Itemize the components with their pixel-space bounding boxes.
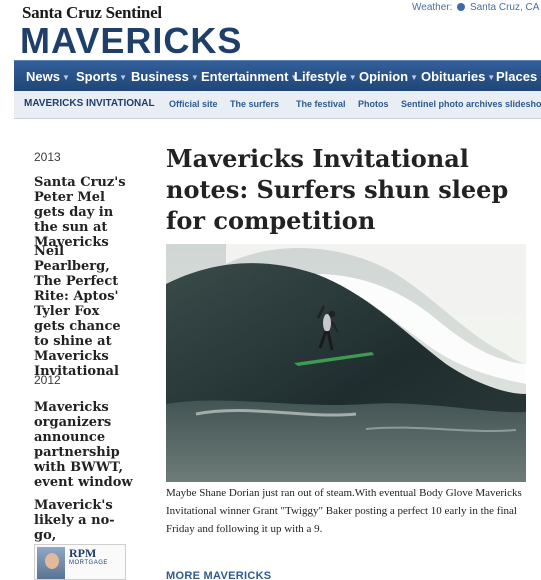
year-heading-2013: 2013 [34, 150, 61, 164]
ad-face [45, 553, 59, 569]
main-nav: News ▼ Sports ▼ Business ▼ Entertainment ▼ L… [14, 60, 541, 91]
nav-item-entertainment[interactable]: Entertainment ▼ [201, 69, 298, 84]
nav-label: News [26, 69, 60, 84]
nav-label: Business [131, 69, 189, 84]
weather-location[interactable]: Santa Cruz, CA [470, 2, 539, 13]
weather-widget[interactable]: Weather: Santa Cruz, CA [412, 2, 539, 13]
weather-icon [457, 3, 466, 11]
chevron-down-icon: ▼ [61, 73, 70, 82]
chevron-down-icon: ▼ [487, 73, 496, 82]
year-heading-2012: 2012 [34, 373, 61, 387]
masthead: Santa Cruz Sentinel MAVERICKS Weather: S… [0, 0, 541, 62]
more-mavericks-link[interactable]: MORE MAVERICKS [166, 570, 271, 580]
chevron-down-icon: ▼ [348, 73, 357, 82]
chevron-down-icon: ▼ [119, 73, 128, 82]
article-headline: Mavericks Invitational notes: Surfers sh… [166, 144, 509, 235]
nav-label: Sports [76, 69, 118, 84]
nav-label: Places [496, 69, 538, 84]
rpm-mortgage-ad[interactable]: RPM MORTGAGE [34, 544, 126, 580]
nav-item-obituaries[interactable]: Obituaries ▼ [421, 69, 495, 84]
nav-item-places[interactable]: Places [496, 69, 537, 84]
nav-item-opinion[interactable]: Opinion ▼ [359, 69, 418, 84]
nav-label: Lifestyle [294, 69, 347, 84]
nav-label: Obituaries [421, 69, 486, 84]
nav-label: Opinion [359, 69, 409, 84]
chevron-down-icon: ▼ [410, 73, 419, 82]
photo-caption: Maybe Shane Dorian just ran out of steam… [166, 487, 522, 535]
nav-label: Entertainment [201, 69, 289, 84]
surfer-wave-image [166, 244, 526, 482]
subnav-item-photo-archives[interactable]: Sentinel photo archives slideshow [401, 99, 541, 109]
subnav-item-photos[interactable]: Photos [358, 99, 389, 109]
ad-photo [37, 547, 65, 579]
article-photo[interactable] [166, 244, 526, 482]
sidebar-link-peter-mel[interactable]: Santa Cruz's Peter Mel gets day in the s… [34, 175, 134, 250]
sub-nav: MAVERICKS INVITATIONAL Official site The… [14, 91, 541, 119]
subnav-item-the-festival[interactable]: The festival [296, 99, 346, 109]
section-title[interactable]: MAVERICKS [20, 20, 242, 62]
ad-brand: RPM [69, 546, 97, 560]
sidebar-link-bwwt-partnership[interactable]: Mavericks organizers announce partnershi… [34, 400, 134, 490]
subnav-item-the-surfers[interactable]: The surfers [230, 99, 279, 109]
nav-item-sports[interactable]: Sports ▼ [76, 69, 127, 84]
nav-item-lifestyle[interactable]: Lifestyle ▼ [294, 69, 357, 84]
ad-tagline: MORTGAGE [69, 560, 108, 566]
weather-label: Weather: [412, 2, 453, 13]
nav-item-news[interactable]: News ▼ [26, 69, 70, 84]
subnav-item-mavericks-invitational[interactable]: MAVERICKS INVITATIONAL [24, 98, 155, 109]
nav-item-business[interactable]: Business ▼ [131, 69, 199, 84]
subnav-item-official-site[interactable]: Official site [169, 99, 218, 109]
sidebar-link-tyler-fox[interactable]: Neil Pearlberg, The Perfect Rite: Aptos'… [34, 244, 134, 379]
chevron-down-icon: ▼ [190, 73, 199, 82]
